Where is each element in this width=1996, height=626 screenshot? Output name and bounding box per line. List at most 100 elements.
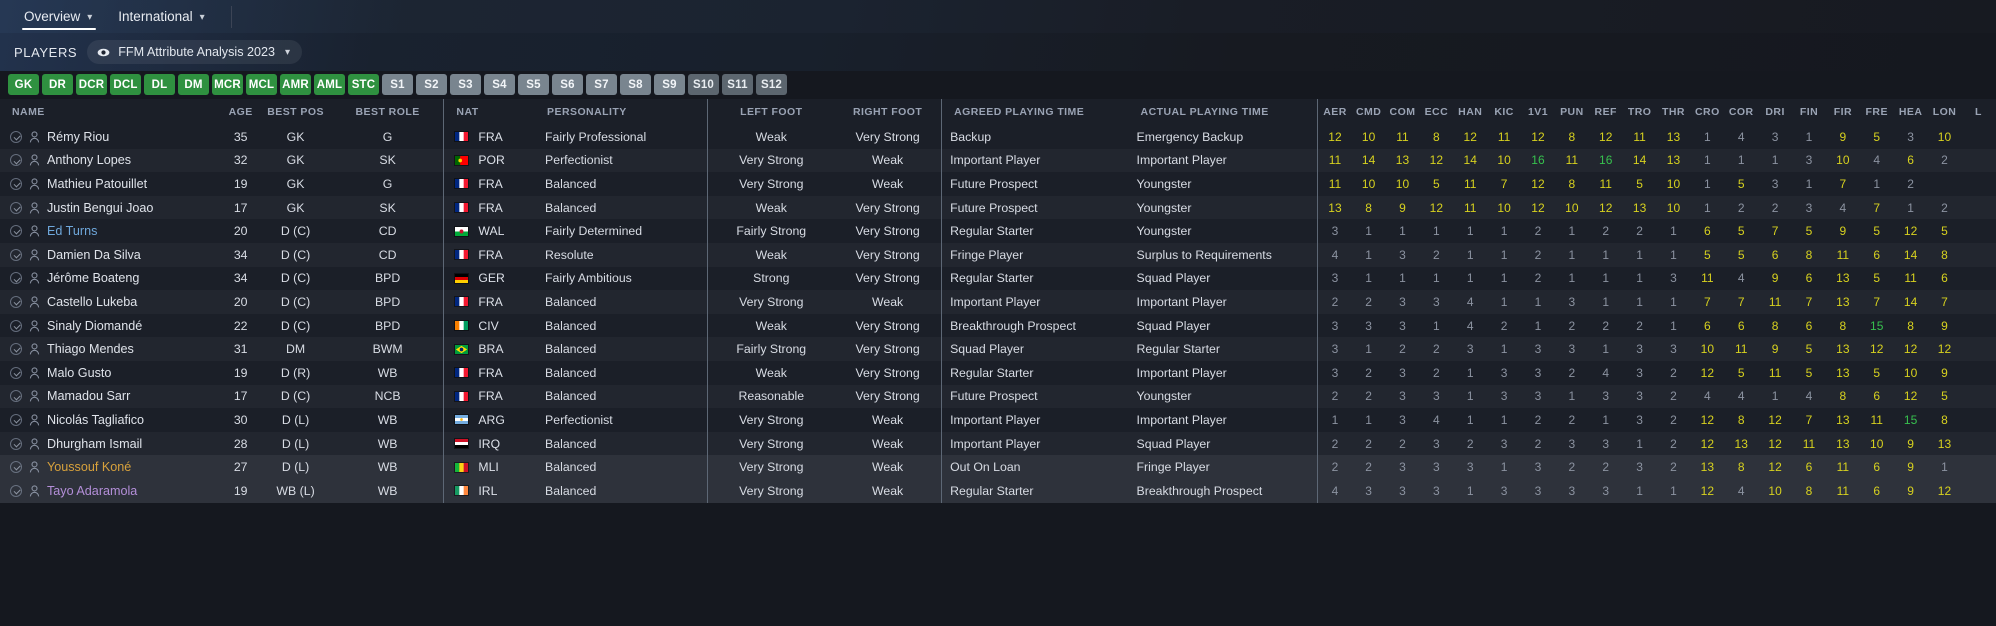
- row-select-checkbox[interactable]: [10, 154, 22, 167]
- row-select-checkbox[interactable]: [10, 437, 22, 450]
- table-row[interactable]: Damien Da Silva 34 D (C) CD FRA Resolute Weak V…: [0, 242, 1996, 267]
- position-filter-stc[interactable]: STC: [348, 74, 379, 95]
- table-row[interactable]: Anthony Lopes 32 GK SK POR Perfectionist Very …: [0, 148, 1996, 173]
- position-filter-s5[interactable]: S5: [518, 74, 549, 95]
- column-header-agreed-playing-time[interactable]: AGREED PLAYING TIME: [941, 99, 1129, 125]
- row-select-checkbox[interactable]: [10, 390, 22, 403]
- column-header-nat[interactable]: NAT: [443, 99, 536, 125]
- cell-name[interactable]: Sinaly Diomandé: [0, 314, 222, 338]
- view-selector-dropdown[interactable]: FFM Attribute Analysis 2023 ▾: [87, 40, 303, 64]
- table-row[interactable]: Rémy Riou 35 GK G FRA Fairly Professional Weak…: [0, 125, 1996, 149]
- player-name[interactable]: Thiago Mendes: [47, 342, 134, 356]
- row-select-checkbox[interactable]: [10, 461, 22, 474]
- player-name[interactable]: Tayo Adaramola: [47, 484, 137, 498]
- position-filter-dl[interactable]: DL: [144, 74, 175, 95]
- table-row[interactable]: Mamadou Sarr 17 D (C) NCB FRA Balanced Reasona…: [0, 384, 1996, 409]
- row-select-checkbox[interactable]: [10, 484, 22, 497]
- column-header-actual-playing-time[interactable]: ACTUAL PLAYING TIME: [1128, 99, 1318, 125]
- cell-name[interactable]: Ed Turns: [0, 219, 222, 243]
- player-name[interactable]: Nicolás Tagliafico: [47, 413, 144, 427]
- row-select-checkbox[interactable]: [10, 177, 22, 190]
- position-filter-mcl[interactable]: MCL: [246, 74, 277, 95]
- table-row[interactable]: Mathieu Patouillet 19 GK G FRA Balanced Very S…: [0, 172, 1996, 196]
- player-name[interactable]: Damien Da Silva: [47, 248, 141, 262]
- position-filter-s2[interactable]: S2: [416, 74, 447, 95]
- position-filter-s12[interactable]: S12: [756, 74, 787, 95]
- cell-name[interactable]: Rémy Riou: [0, 125, 222, 149]
- column-header-left-foot[interactable]: LEFT FOOT: [707, 99, 835, 125]
- position-filter-dcr[interactable]: DCR: [76, 74, 107, 95]
- column-header-attr-thr[interactable]: THR: [1656, 99, 1691, 125]
- column-header-attr-dri[interactable]: DRI: [1758, 99, 1793, 125]
- column-header-name[interactable]: NAME: [0, 99, 222, 125]
- player-name[interactable]: Mathieu Patouillet: [47, 177, 147, 191]
- table-row[interactable]: Castello Lukeba 20 D (C) BPD FRA Balanced Very…: [0, 290, 1996, 314]
- column-header-attr-cmd[interactable]: CMD: [1351, 99, 1386, 125]
- position-filter-s9[interactable]: S9: [654, 74, 685, 95]
- position-filter-aml[interactable]: AML: [314, 74, 345, 95]
- table-row[interactable]: Dhurgham Ismail 28 D (L) WB IRQ Balanced Very …: [0, 431, 1996, 456]
- player-name[interactable]: Castello Lukeba: [47, 295, 137, 309]
- position-filter-dr[interactable]: DR: [42, 74, 73, 95]
- position-filter-s10[interactable]: S10: [688, 74, 719, 95]
- row-select-checkbox[interactable]: [10, 413, 22, 426]
- column-header-attr-fre[interactable]: FRE: [1859, 99, 1894, 125]
- row-select-checkbox[interactable]: [10, 201, 22, 214]
- position-filter-s11[interactable]: S11: [722, 74, 753, 95]
- column-header-attr-cor[interactable]: COR: [1724, 99, 1759, 125]
- position-filter-dm[interactable]: DM: [178, 74, 209, 95]
- player-name[interactable]: Dhurgham Ismail: [47, 437, 142, 451]
- row-select-checkbox[interactable]: [10, 130, 22, 143]
- row-select-checkbox[interactable]: [10, 343, 22, 356]
- position-filter-amr[interactable]: AMR: [280, 74, 311, 95]
- position-filter-dcl[interactable]: DCL: [110, 74, 141, 95]
- column-header-attr-han[interactable]: HAN: [1453, 99, 1488, 125]
- table-row[interactable]: Malo Gusto 19 D (R) WB FRA Balanced Weak Very S…: [0, 360, 1996, 385]
- column-header-attr-ecc[interactable]: ECC: [1419, 99, 1454, 125]
- table-row[interactable]: Ed Turns 20 D (C) CD WAL Fairly Determined Fai…: [0, 219, 1996, 243]
- column-header-attr-1v1[interactable]: 1V1: [1521, 99, 1555, 125]
- column-header-attr-tro[interactable]: TRO: [1622, 99, 1657, 125]
- cell-name[interactable]: Damien Da Silva: [0, 243, 222, 267]
- position-filter-mcr[interactable]: MCR: [212, 74, 243, 95]
- cell-name[interactable]: Youssouf Koné: [0, 455, 222, 479]
- table-row[interactable]: Youssouf Koné 27 D (L) WB MLI Balanced Very St…: [0, 455, 1996, 479]
- player-name[interactable]: Mamadou Sarr: [47, 389, 130, 403]
- table-row[interactable]: Nicolás Tagliafico 30 D (L) WB ARG Perfection…: [0, 408, 1996, 432]
- cell-name[interactable]: Castello Lukeba: [0, 290, 222, 314]
- column-header-attr-aer[interactable]: AER: [1317, 99, 1352, 125]
- cell-name[interactable]: Mathieu Patouillet: [0, 172, 222, 196]
- table-row[interactable]: Tayo Adaramola 19 WB (L) WB IRL Balanced Very …: [0, 478, 1996, 503]
- row-select-checkbox[interactable]: [10, 295, 22, 308]
- cell-name[interactable]: Jérôme Boateng: [0, 267, 222, 291]
- player-name[interactable]: Youssouf Koné: [47, 460, 131, 474]
- nav-tab-overview[interactable]: Overview ▾: [14, 0, 108, 33]
- row-select-checkbox[interactable]: [10, 272, 22, 285]
- player-name[interactable]: Justin Bengui Joao: [47, 201, 153, 215]
- row-select-checkbox[interactable]: [10, 225, 22, 238]
- cell-name[interactable]: Malo Gusto: [0, 361, 222, 385]
- position-filter-s6[interactable]: S6: [552, 74, 583, 95]
- player-name[interactable]: Jérôme Boateng: [47, 271, 139, 285]
- table-row[interactable]: Justin Bengui Joao 17 GK SK FRA Balanced Weak V…: [0, 195, 1996, 220]
- row-select-checkbox[interactable]: [10, 366, 22, 379]
- cell-name[interactable]: Thiago Mendes: [0, 337, 222, 361]
- row-select-checkbox[interactable]: [10, 248, 22, 261]
- column-header-attr-lon[interactable]: LON: [1927, 99, 1962, 125]
- row-select-checkbox[interactable]: [10, 319, 22, 332]
- column-header-attr-com[interactable]: COM: [1385, 99, 1420, 125]
- cell-name[interactable]: Dhurgham Ismail: [0, 432, 222, 456]
- player-name[interactable]: Anthony Lopes: [47, 153, 131, 167]
- position-filter-gk[interactable]: GK: [8, 74, 39, 95]
- column-header-attr-cro[interactable]: CRO: [1690, 99, 1725, 125]
- column-header-attr-l[interactable]: L: [1961, 99, 1996, 125]
- players-table-container[interactable]: NAME AGE BEST POS BEST ROLE NAT PERSONALITY LE…: [0, 99, 1996, 503]
- column-header-attr-fin[interactable]: FIN: [1792, 99, 1826, 125]
- column-header-best-role[interactable]: BEST ROLE: [331, 99, 444, 125]
- position-filter-s1[interactable]: S1: [382, 74, 413, 95]
- table-row[interactable]: Jérôme Boateng 34 D (C) BPD GER Fairly Ambiti…: [0, 266, 1996, 291]
- position-filter-s8[interactable]: S8: [620, 74, 651, 95]
- column-header-right-foot[interactable]: RIGHT FOOT: [834, 99, 942, 125]
- position-filter-s3[interactable]: S3: [450, 74, 481, 95]
- nav-tab-international[interactable]: International ▾: [108, 0, 220, 33]
